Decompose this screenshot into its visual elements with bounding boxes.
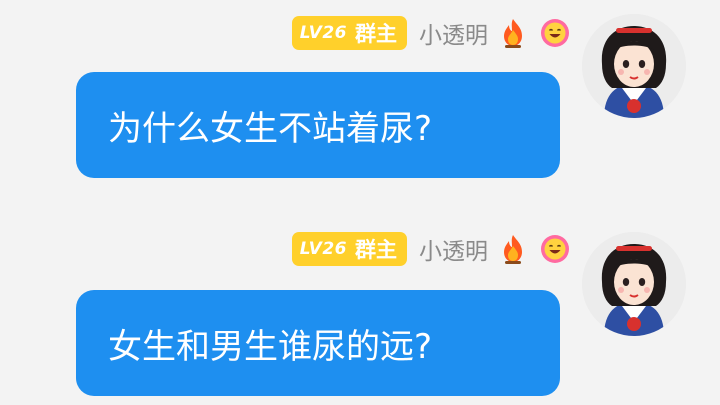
level-label: LV26: [299, 23, 347, 43]
sender-name[interactable]: 小透明: [419, 16, 488, 50]
message-bubble[interactable]: 女生和男生谁尿的远?: [76, 290, 560, 396]
role-label: 群主: [355, 238, 397, 262]
fire-icon: [496, 232, 530, 266]
chat-window: LV26 群主 小透明 为什么女生不站着尿? LV26 群主 小透明 女生和男生…: [0, 0, 720, 405]
fire-icon: [496, 16, 530, 50]
laughing-face-icon: [538, 16, 572, 50]
avatar[interactable]: [582, 14, 686, 118]
message-bubble[interactable]: 为什么女生不站着尿?: [76, 72, 560, 178]
laughing-face-icon: [538, 232, 572, 266]
level-label: LV26: [299, 239, 347, 259]
role-label: 群主: [355, 22, 397, 46]
sender-name[interactable]: 小透明: [419, 232, 488, 266]
sender-info: LV26 群主 小透明: [291, 232, 572, 266]
level-badge: LV26 群主: [291, 16, 407, 50]
level-badge: LV26 群主: [291, 232, 407, 266]
avatar[interactable]: [582, 232, 686, 336]
sender-info: LV26 群主 小透明: [291, 16, 572, 50]
